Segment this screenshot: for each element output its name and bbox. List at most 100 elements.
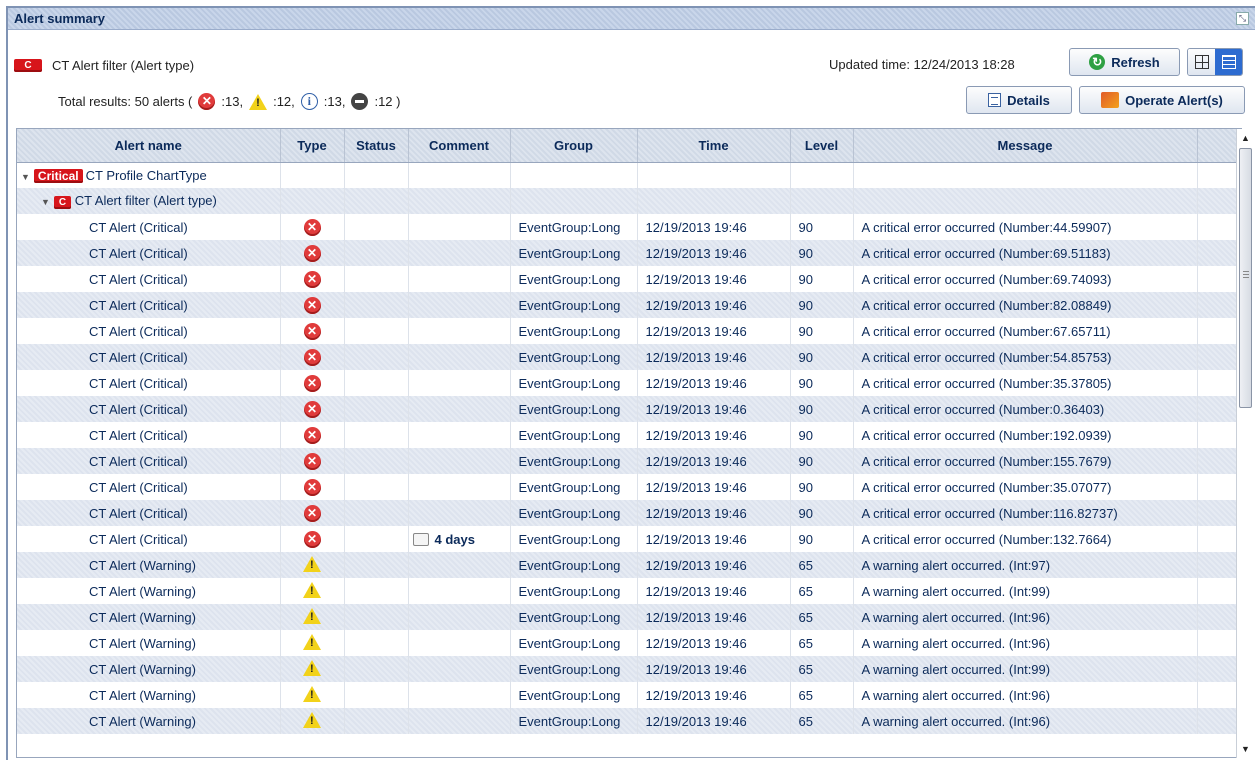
level-cell: 65 [790, 682, 854, 708]
col-status[interactable]: Status [344, 129, 409, 163]
status-cell [344, 266, 409, 292]
table-row[interactable]: CT Alert (Critical) ✕ EventGroup:Long 12/19… [17, 448, 1241, 474]
table-row[interactable]: CT Alert (Critical) ✕ EventGroup:Long 12/19… [17, 266, 1241, 292]
time-cell: 12/19/2013 19:46 [637, 396, 791, 422]
col-alert-name[interactable]: Alert name [17, 129, 281, 163]
col-group[interactable]: Group [510, 129, 638, 163]
total-prefix: Total results: 50 alerts ( [58, 94, 193, 109]
list-view-button[interactable] [1215, 49, 1242, 75]
comment-cell [408, 552, 511, 578]
alert-name-cell: CT Alert (Warning) [17, 708, 281, 734]
col-type[interactable]: Type [280, 129, 345, 163]
level-cell: 65 [790, 578, 854, 604]
table-row[interactable]: CT Alert (Critical) ✕ EventGroup:Long 12/19… [17, 500, 1241, 526]
table-row[interactable]: CT Alert (Critical) ✕ EventGroup:Long 12/19… [17, 292, 1241, 318]
group-cell: EventGroup:Long [510, 396, 638, 422]
operate-alerts-button[interactable]: Operate Alert(s) [1079, 86, 1245, 114]
col-message[interactable]: Message [853, 129, 1198, 163]
group-cell: EventGroup:Long [510, 214, 638, 240]
expand-triangle-icon[interactable]: ▼ [41, 197, 50, 207]
warning-icon [303, 659, 321, 676]
col-level[interactable]: Level [790, 129, 854, 163]
table-row[interactable]: CT Alert (Warning) EventGroup:Long12/19/2… [17, 630, 1241, 656]
table-row[interactable]: CT Alert (Warning) EventGroup:Long12/19/2… [17, 708, 1241, 734]
details-button[interactable]: Details [966, 86, 1072, 114]
vertical-scrollbar[interactable]: ▲ ▼ [1236, 129, 1254, 758]
alert-name-cell: CT Alert (Critical) [17, 370, 281, 396]
tree-root-cell[interactable]: ▼ Critical CT Profile ChartType [17, 162, 281, 188]
time-cell: 12/19/2013 19:46 [637, 708, 791, 734]
table-row[interactable]: CT Alert (Critical) ✕ EventGroup:Long 12/19… [17, 344, 1241, 370]
table-row[interactable]: CT Alert (Critical) ✕ 4 days EventGroup:Lon… [17, 526, 1241, 552]
col-comment[interactable]: Comment [408, 129, 511, 163]
critical-icon: ✕ [303, 504, 321, 522]
message-cell: A warning alert occurred. (Int:99) [853, 578, 1198, 604]
group-cell: EventGroup:Long [510, 266, 638, 292]
level-cell: 65 [790, 656, 854, 682]
warning-icon [303, 555, 321, 572]
scroll-thumb[interactable] [1239, 148, 1252, 408]
table-row[interactable]: CT Alert (Warning) EventGroup:Long12/19/2… [17, 552, 1241, 578]
scroll-up-icon[interactable]: ▲ [1237, 129, 1254, 147]
message-cell: A critical error occurred (Number:67.657… [853, 318, 1198, 344]
type-cell: ✕ [280, 292, 345, 318]
tree-child-row[interactable]: ▼ C CT Alert filter (Alert type) [17, 188, 1241, 214]
operate-label: Operate Alert(s) [1125, 92, 1223, 108]
type-cell: ✕ [280, 266, 345, 292]
status-cell [344, 344, 409, 370]
warning-icon [303, 633, 321, 650]
critical-icon: ✕ [303, 452, 321, 470]
message-cell: A critical error occurred (Number:44.599… [853, 214, 1198, 240]
level-cell: 65 [790, 708, 854, 734]
table-row[interactable]: CT Alert (Critical) ✕ EventGroup:Long 12/19… [17, 240, 1241, 266]
alert-name-cell: CT Alert (Critical) [17, 214, 281, 240]
total-unknown: :12 ) [374, 94, 401, 109]
table-row[interactable]: CT Alert (Warning) EventGroup:Long12/19/2… [17, 656, 1241, 682]
maximize-icon[interactable]: ⤡ [1236, 12, 1249, 25]
table-row[interactable]: CT Alert (Critical) ✕ EventGroup:Long 12/19… [17, 474, 1241, 500]
group-cell: EventGroup:Long [510, 422, 638, 448]
type-cell: ✕ [280, 526, 345, 552]
tree-child-cell[interactable]: ▼ C CT Alert filter (Alert type) [17, 188, 281, 214]
table-row[interactable]: CT Alert (Warning) EventGroup:Long12/19/2… [17, 682, 1241, 708]
toolbar: C CT Alert filter (Alert type) Total res… [8, 31, 1255, 125]
group-cell: EventGroup:Long [510, 708, 638, 734]
col-time[interactable]: Time [637, 129, 791, 163]
expand-triangle-icon[interactable]: ▼ [21, 172, 30, 182]
status-cell [344, 214, 409, 240]
type-cell: ✕ [280, 370, 345, 396]
group-cell: EventGroup:Long [510, 240, 638, 266]
alert-name-cell: CT Alert (Critical) [17, 240, 281, 266]
table-row[interactable]: CT Alert (Warning) EventGroup:Long12/19/2… [17, 604, 1241, 630]
warning-icon [249, 93, 268, 110]
time-cell: 12/19/2013 19:46 [637, 448, 791, 474]
table-row[interactable]: CT Alert (Critical) ✕ EventGroup:Long 12/19… [17, 214, 1241, 240]
table-row[interactable]: CT Alert (Critical) ✕ EventGroup:Long 12/19… [17, 422, 1241, 448]
table-row[interactable]: CT Alert (Critical) ✕ EventGroup:Long 12/19… [17, 370, 1241, 396]
status-cell [344, 240, 409, 266]
status-cell [344, 708, 409, 734]
warning-icon [303, 685, 321, 702]
tree-root-row[interactable]: ▼ Critical CT Profile ChartType [17, 162, 1241, 188]
comment-icon[interactable] [412, 532, 429, 546]
table-row[interactable]: CT Alert (Critical) ✕ EventGroup:Long 12/19… [17, 396, 1241, 422]
group-cell: EventGroup:Long [510, 474, 638, 500]
alert-name-cell: CT Alert (Warning) [17, 552, 281, 578]
level-cell: 90 [790, 448, 854, 474]
table-row[interactable]: CT Alert (Warning) EventGroup:Long12/19/2… [17, 578, 1241, 604]
scroll-down-icon[interactable]: ▼ [1237, 740, 1254, 758]
status-cell [344, 422, 409, 448]
group-cell: EventGroup:Long [510, 552, 638, 578]
table-row[interactable]: CT Alert (Critical) ✕ EventGroup:Long 12/19… [17, 318, 1241, 344]
level-cell: 90 [790, 266, 854, 292]
tile-view-button[interactable] [1188, 49, 1215, 75]
level-cell: 90 [790, 474, 854, 500]
alert-name-cell: CT Alert (Warning) [17, 604, 281, 630]
refresh-icon: ↻ [1089, 54, 1106, 70]
refresh-button[interactable]: ↻ Refresh [1069, 48, 1180, 76]
comment-cell [408, 344, 511, 370]
comment-cell [408, 474, 511, 500]
comment-cell: 4 days [408, 526, 511, 552]
time-cell: 12/19/2013 19:46 [637, 682, 791, 708]
status-cell [344, 474, 409, 500]
